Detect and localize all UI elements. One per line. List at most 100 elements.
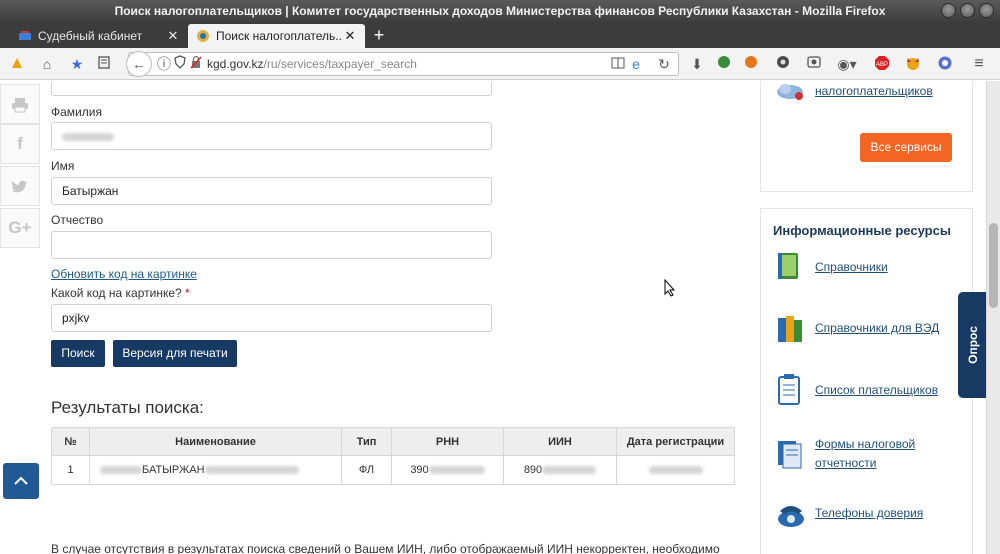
directories-link[interactable]: Справочники — [815, 258, 888, 277]
reading-list-icon[interactable] — [95, 55, 113, 73]
download-icon[interactable]: ⬇ — [688, 55, 706, 73]
tab-court-cabinet[interactable]: Судебный кабинет ✕ — [10, 24, 188, 48]
facebook-share-button[interactable]: f — [0, 124, 40, 164]
phone-icon — [776, 499, 804, 529]
patronymic-field[interactable] — [51, 231, 492, 259]
all-services-button[interactable]: Все сервисы — [860, 133, 952, 162]
edge-icon[interactable]: e — [627, 55, 645, 73]
scroll-to-top-button[interactable] — [3, 463, 39, 499]
taxpayers-link[interactable]: налогоплательщиков — [815, 82, 933, 101]
twitter-share-button[interactable] — [0, 166, 40, 206]
close-window-button[interactable] — [979, 3, 994, 18]
close-icon[interactable]: ✕ — [166, 28, 180, 44]
reload-icon[interactable]: ↻ — [655, 55, 673, 73]
home-icon[interactable]: ⌂ — [38, 55, 56, 73]
books-icon — [776, 312, 802, 342]
iin-field[interactable] — [51, 81, 492, 96]
google-plus-share-button[interactable]: G+ — [0, 208, 40, 248]
printer-icon — [12, 97, 28, 113]
column-header: ИИН — [503, 427, 617, 456]
tab-label: Поиск налогоплатель... — [216, 29, 343, 43]
name-label: Имя — [51, 159, 75, 173]
surname-field[interactable] — [51, 122, 492, 150]
extension-icon[interactable] — [8, 55, 26, 73]
required-mark: * — [185, 286, 190, 300]
captcha-field[interactable]: pxjkv — [51, 304, 492, 332]
back-button[interactable]: ← — [126, 51, 152, 77]
cell-type: ФЛ — [341, 455, 392, 485]
facebook-icon: f — [17, 134, 23, 153]
bookmark-star-icon[interactable]: ★ — [68, 55, 86, 73]
window-title: Поиск налогоплательщиков | Комитет госуд… — [114, 4, 886, 18]
book-icon — [776, 250, 802, 280]
table-header-row: № Наименование Тип РНН ИИН Дата регистра… — [51, 427, 735, 456]
url-text: kgd.gov.kz/ru/services/taxpayer_search — [207, 57, 417, 71]
navigation-toolbar: ⌂ ★ ⓘ kgd.gov.kz/ru/services/taxpayer_se… — [0, 48, 1000, 80]
court-icon — [18, 29, 32, 43]
browser-window: Поиск налогоплательщиков | Комитет госуд… — [0, 0, 1000, 554]
redacted-value — [542, 466, 597, 475]
hamburger-menu-icon[interactable]: ≡ — [970, 55, 988, 73]
globe-menu-icon[interactable]: ◉▾ — [834, 55, 860, 73]
cell-number: 1 — [51, 455, 90, 485]
redacted-value — [204, 466, 299, 475]
cell-name: БАТЫРЖАН — [89, 455, 342, 485]
extension-blue-icon[interactable] — [936, 55, 954, 73]
column-header: Наименование — [89, 427, 342, 456]
cell-registration-date — [616, 455, 735, 485]
tab-label: Судебный кабинет — [38, 29, 143, 43]
refresh-captcha-link[interactable]: Обновить код на картинке — [51, 267, 197, 281]
search-button[interactable]: Поиск — [51, 340, 105, 367]
payers-list-link[interactable]: Список плательщиков — [815, 381, 938, 400]
window-controls — [941, 3, 994, 18]
minimize-button[interactable] — [941, 3, 956, 18]
mouse-cursor-icon — [664, 278, 676, 297]
patronymic-label: Отчество — [51, 213, 104, 227]
extension-green-icon[interactable] — [715, 55, 733, 73]
twitter-icon — [11, 180, 28, 193]
scrollbar-thumb[interactable] — [989, 223, 998, 308]
extension-orange-icon[interactable] — [742, 55, 760, 73]
trust-phones-link[interactable]: Телефоны доверия — [815, 504, 923, 523]
results-table: № Наименование Тип РНН ИИН Дата регистра… — [51, 427, 735, 485]
cell-iin: 890 — [503, 455, 617, 485]
redacted-value — [428, 466, 485, 475]
tab-bar: Судебный кабинет ✕ Поиск налогоплатель..… — [0, 22, 1000, 48]
svg-text:ABP: ABP — [876, 62, 888, 68]
table-row[interactable]: 1 БАТЫРЖАН ФЛ 390 890 — [51, 455, 735, 485]
info-paragraph: В случае отсутствия в результатах поиска… — [51, 542, 720, 554]
page-scrollbar[interactable] — [986, 81, 1000, 554]
name-field[interactable]: Батыржан — [51, 177, 492, 205]
results-heading: Результаты поиска: — [51, 398, 204, 417]
url-bar[interactable]: ⓘ kgd.gov.kz/ru/services/taxpayer_search… — [128, 52, 679, 76]
insecure-lock-icon[interactable] — [187, 55, 205, 73]
surname-label: Фамилия — [51, 105, 102, 119]
print-share-button[interactable] — [0, 84, 40, 124]
cloud-icon — [775, 81, 805, 101]
adblock-icon[interactable]: ABP — [873, 55, 891, 73]
maximize-button[interactable] — [960, 3, 975, 18]
ved-directories-link[interactable]: Справочники для ВЭД — [815, 319, 939, 338]
print-version-button[interactable]: Версия для печати — [113, 340, 237, 367]
extension-power-icon[interactable] — [774, 55, 792, 73]
tab-taxpayer-search[interactable]: Поиск налогоплатель... ✕ — [188, 24, 365, 48]
cell-rnn: 390 — [391, 455, 504, 485]
close-icon[interactable]: ✕ — [343, 28, 357, 44]
column-header: Дата регистрации — [616, 427, 735, 456]
reader-view-icon[interactable] — [609, 55, 627, 73]
column-header: РНН — [391, 427, 504, 456]
extension-fox-icon[interactable] — [904, 55, 922, 73]
tax-forms-link[interactable]: Формы налоговой отчетности — [815, 435, 935, 473]
clipboard-icon — [776, 373, 802, 405]
column-header: № — [51, 427, 90, 456]
forms-icon — [776, 437, 802, 469]
new-tab-button[interactable]: + — [370, 24, 388, 46]
poll-tab[interactable]: Опрос — [958, 292, 988, 398]
refresh-captcha-link-wrap: Обновить код на картинке — [51, 267, 197, 281]
redacted-value — [100, 466, 142, 475]
arrow-left-icon: ← — [132, 56, 146, 72]
chevron-up-icon — [14, 476, 28, 485]
redacted-value — [62, 132, 114, 141]
screenshot-icon[interactable] — [805, 55, 823, 73]
google-plus-icon: G+ — [8, 218, 32, 237]
